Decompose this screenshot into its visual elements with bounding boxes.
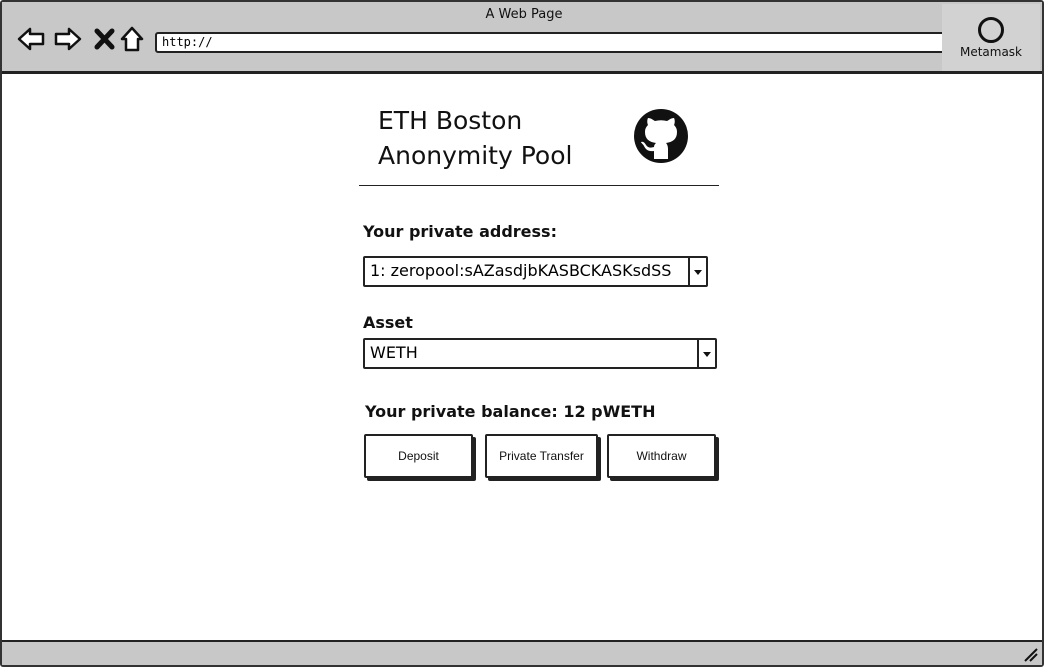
asset-label: Asset: [363, 313, 413, 332]
page-title-line2: Anonymity Pool: [378, 141, 573, 170]
private-address-value: 1: zeropool:sAZasdjbKASBCKASKsdSS: [370, 261, 672, 280]
resize-grip-icon[interactable]: [1022, 646, 1038, 662]
browser-toolbar: A Web Page http:// Metamask: [2, 2, 1042, 74]
chevron-down-icon[interactable]: [688, 258, 706, 285]
private-transfer-button[interactable]: Private Transfer: [485, 434, 598, 478]
url-input[interactable]: http://: [155, 32, 955, 53]
page-title: ETH Boston Anonymity Pool: [378, 103, 572, 173]
chevron-down-icon[interactable]: [697, 340, 715, 367]
window-title: A Web Page: [485, 7, 563, 22]
home-icon[interactable]: [118, 24, 148, 54]
close-icon[interactable]: [90, 24, 120, 54]
withdraw-button[interactable]: Withdraw: [607, 434, 716, 478]
metamask-label: Metamask: [959, 45, 1023, 59]
back-arrow-icon[interactable]: [16, 24, 46, 54]
metamask-extension-button[interactable]: Metamask: [942, 4, 1040, 71]
asset-select[interactable]: WETH: [363, 338, 717, 369]
asset-value: WETH: [370, 343, 418, 362]
browser-window: A Web Page http:// Metamask ETH Boston A…: [0, 0, 1044, 667]
header-divider: [359, 185, 719, 186]
forward-arrow-icon[interactable]: [53, 24, 83, 54]
private-address-label: Your private address:: [363, 222, 557, 241]
private-address-select[interactable]: 1: zeropool:sAZasdjbKASBCKASKsdSS: [363, 256, 708, 287]
metamask-circle-icon: [978, 17, 1004, 43]
status-bar: [2, 640, 1042, 665]
page-title-line1: ETH Boston: [378, 106, 523, 135]
deposit-button[interactable]: Deposit: [364, 434, 473, 478]
github-icon[interactable]: [633, 108, 689, 164]
private-balance-text: Your private balance: 12 pWETH: [365, 402, 656, 421]
